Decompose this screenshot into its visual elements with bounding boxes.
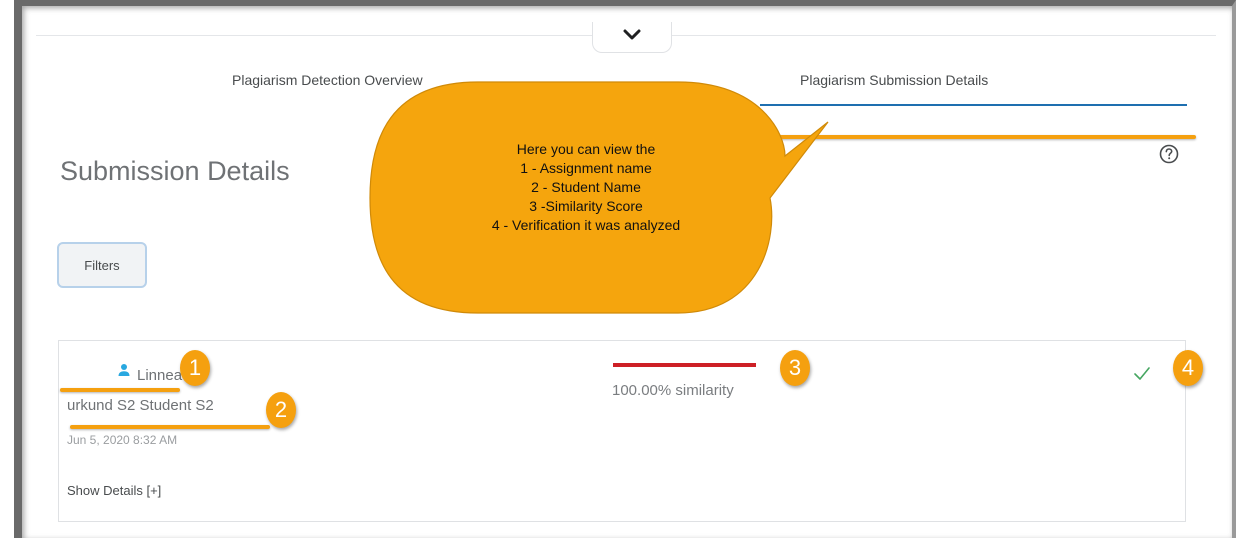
callout-line: 4 - Verification it was analyzed — [491, 217, 681, 233]
callout-text: Here you can view the 1 - Assignment nam… — [390, 140, 782, 235]
collapse-toggle[interactable] — [592, 22, 672, 53]
help-circle-icon[interactable] — [1158, 143, 1180, 165]
checkmark-icon — [1134, 367, 1150, 380]
submission-date: Jun 5, 2020 8:32 AM — [67, 433, 178, 447]
show-details-link[interactable]: Show Details [+] — [67, 483, 161, 498]
callout-line: 1 - Assignment name — [520, 160, 652, 176]
marker-4-badge: 4 — [1173, 350, 1203, 386]
similarity-bar — [613, 363, 756, 367]
user-icon — [118, 364, 130, 376]
highlight-line-assignment — [70, 425, 270, 429]
callout-line: Here you can view the — [516, 141, 656, 157]
submission-card — [58, 340, 1186, 522]
marker-3-badge: 3 — [780, 350, 810, 386]
marker-1-badge: 1 — [180, 350, 210, 386]
marker-2-badge: 2 — [266, 392, 296, 428]
similarity-score: 100.00% similarity — [612, 382, 734, 399]
filters-button[interactable]: Filters — [57, 242, 147, 288]
page-title: Submission Details — [60, 156, 290, 186]
callout-line: 3 -Similarity Score — [529, 198, 643, 214]
chevron-down-icon — [623, 29, 641, 40]
callout-line: 2 - Student Name — [531, 179, 641, 195]
student-name[interactable]: Linnea — [137, 367, 182, 384]
assignment-name: urkund S2 Student S2 — [67, 397, 214, 414]
highlight-line-student — [60, 388, 180, 392]
